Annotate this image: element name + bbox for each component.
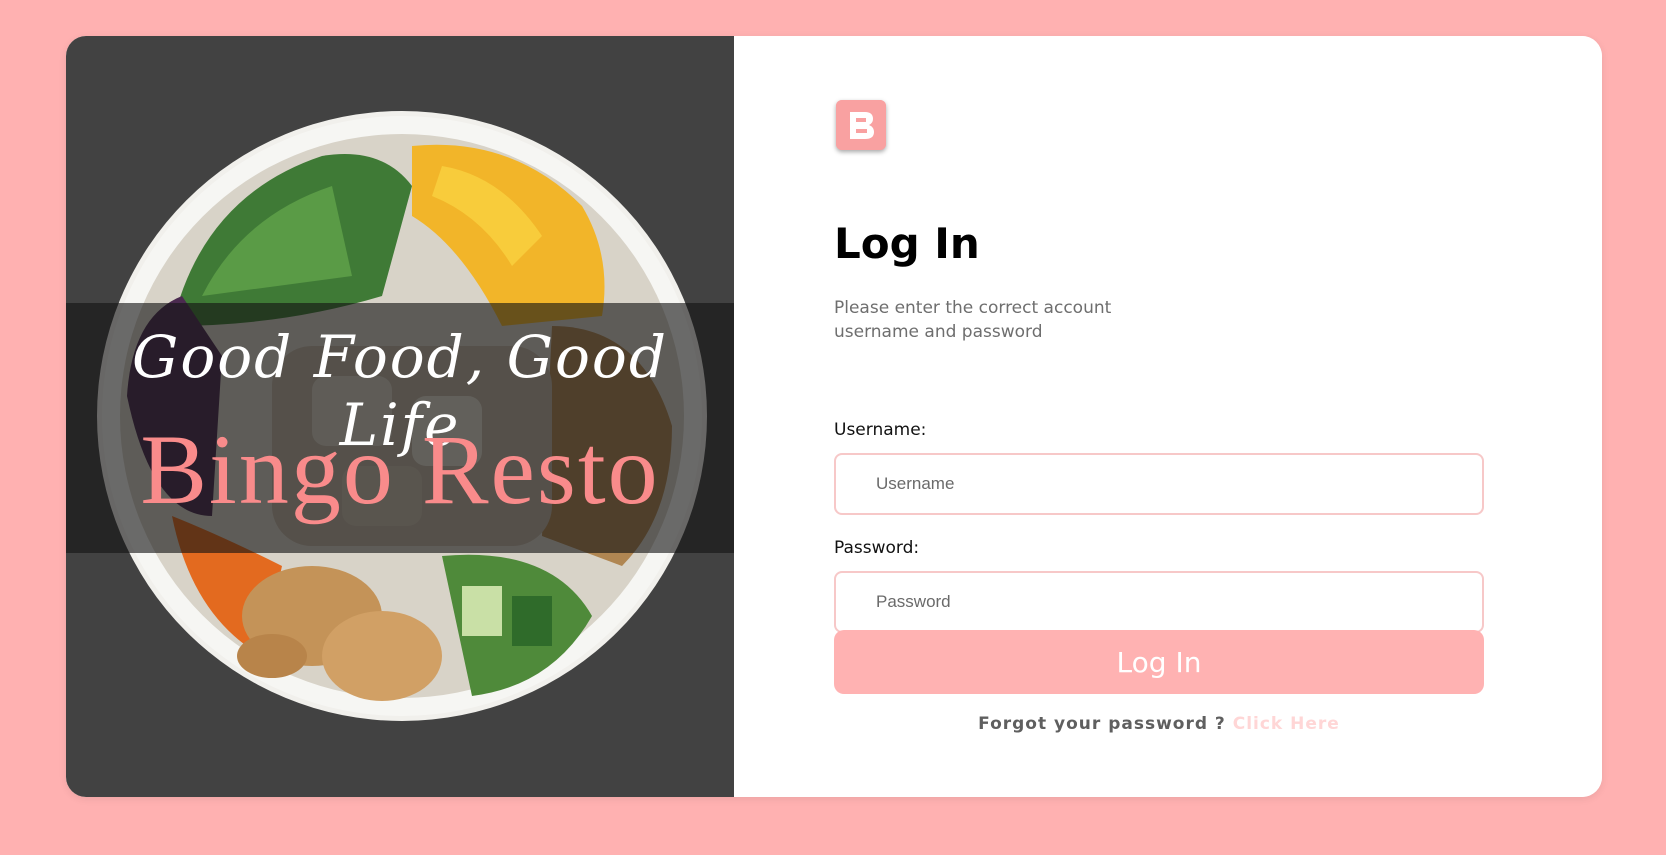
brand-name: Bingo Resto [140,414,660,525]
page-title: Log In [834,219,980,268]
forgot-password-text: Forgot your password ? [978,714,1226,734]
password-input[interactable] [834,571,1484,633]
forgot-password-link[interactable]: Click Here [1233,714,1340,734]
password-label: Password: [834,538,920,558]
login-instructions: Please enter the correct account usernam… [834,298,1112,342]
login-card: Good Food, Good Life Bingo Resto Log In … [66,36,1602,797]
login-button[interactable]: Log In [834,630,1484,694]
forgot-password: Forgot your password ? Click Here [834,714,1484,734]
login-panel: Log In Please enter the correct account … [734,36,1602,797]
username-label: Username: [834,420,927,440]
username-input[interactable] [834,453,1484,515]
hero-panel: Good Food, Good Life Bingo Resto [66,36,734,797]
b-logo-icon [836,100,886,150]
brand-banner: Good Food, Good Life Bingo Resto [66,303,734,553]
